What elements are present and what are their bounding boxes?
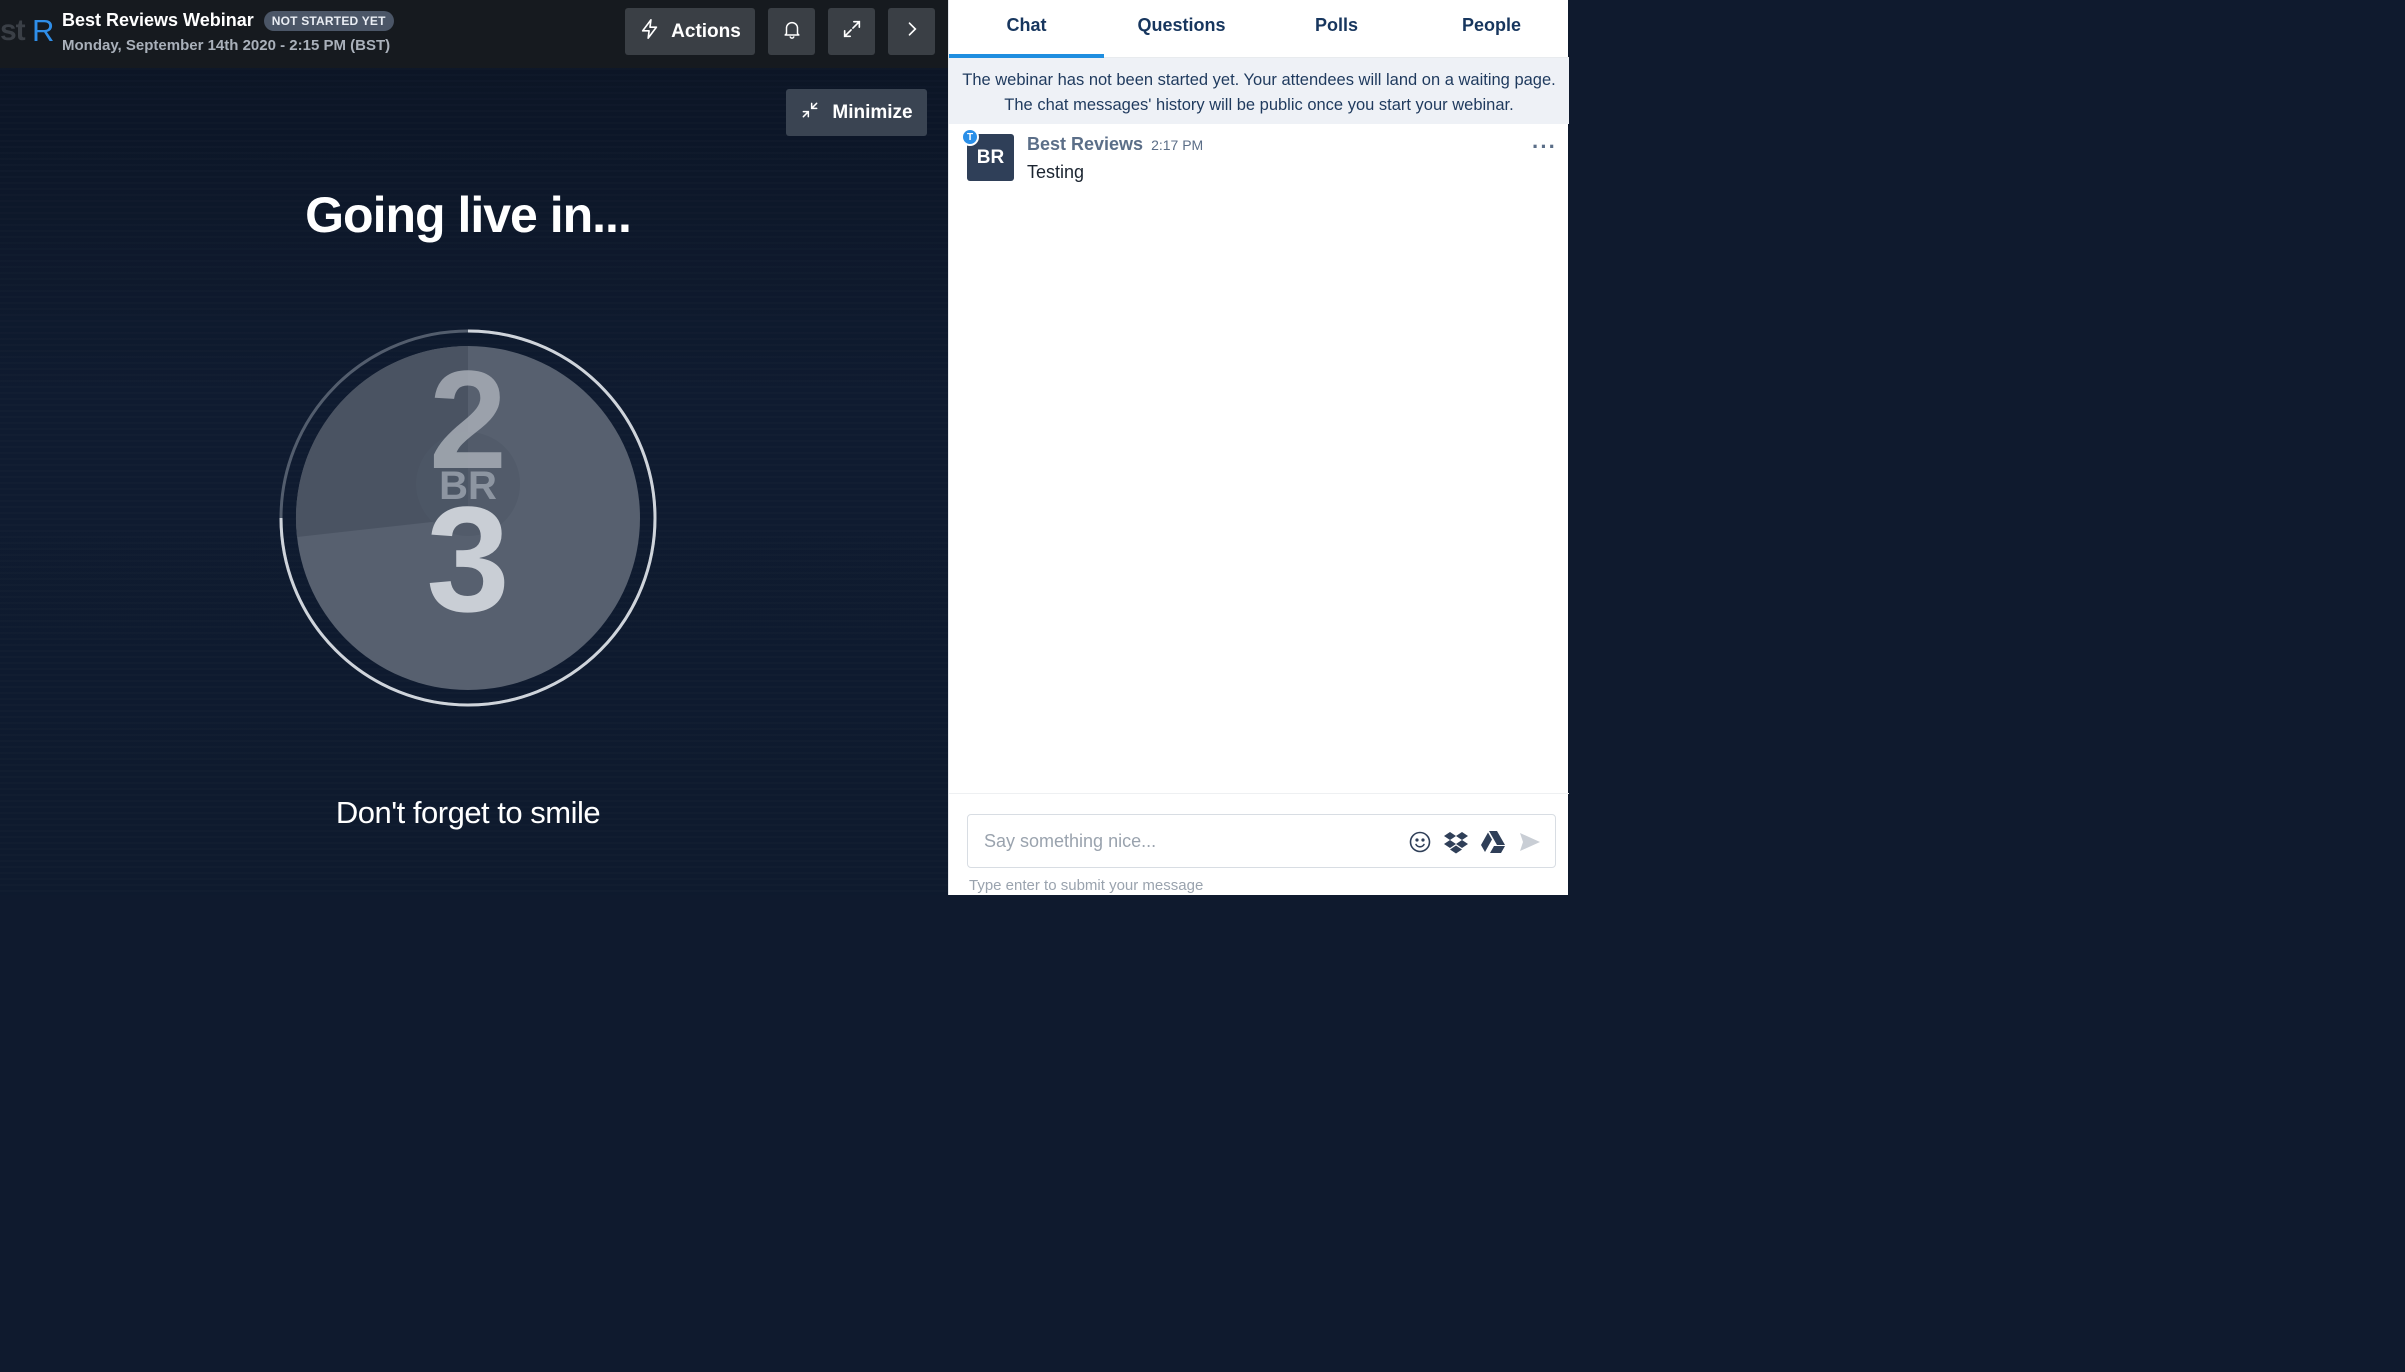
message-time: 2:17 PM	[1151, 137, 1204, 153]
composer-divider	[949, 793, 1569, 794]
message-text: Testing	[1027, 162, 1085, 182]
composer-hint: Type enter to submit your message	[969, 877, 1204, 894]
message-author: Best Reviews	[1027, 134, 1144, 154]
countdown-current: 3	[426, 475, 510, 643]
lightning-icon	[639, 18, 661, 46]
chat-input[interactable]	[968, 815, 1388, 867]
minimize-button[interactable]: Minimize	[786, 89, 927, 136]
google-drive-icon[interactable]	[1479, 828, 1507, 856]
dropbox-icon[interactable]	[1442, 828, 1470, 856]
app-root: st R Best Reviews Webinar NOT STARTED YE…	[0, 0, 1569, 895]
collapse-panel-button[interactable]	[888, 8, 935, 55]
not-started-notice: The webinar has not been started yet. Yo…	[949, 58, 1569, 124]
message-header: Best Reviews 2:17 PM	[1027, 134, 1203, 155]
status-badge: NOT STARTED YET	[263, 10, 394, 31]
send-icon[interactable]	[1516, 828, 1544, 856]
chat-composer	[967, 814, 1556, 868]
minimize-icon	[800, 100, 820, 126]
tab-chat[interactable]: Chat	[949, 0, 1104, 58]
minimize-label: Minimize	[832, 101, 913, 123]
avatar-initials: BR	[976, 146, 1005, 168]
webinar-stage: st R Best Reviews Webinar NOT STARTED YE…	[0, 0, 948, 895]
panel-tabs: Chat Questions Polls People	[949, 0, 1569, 58]
webinar-date: Monday, September 14th 2020 - 2:15 PM (B…	[62, 37, 391, 54]
webinar-title: Best Reviews Webinar	[62, 10, 254, 30]
countdown-timer: 2 BR 3	[278, 328, 658, 708]
side-panel: Chat Questions Polls People The webinar …	[948, 0, 1569, 895]
tab-people[interactable]: People	[1414, 0, 1569, 58]
tab-questions[interactable]: Questions	[1104, 0, 1259, 58]
expand-icon	[841, 18, 863, 45]
chevron-right-icon	[902, 19, 922, 44]
chat-message: BR T Best Reviews 2:17 PM Testing ···	[961, 128, 1557, 194]
countdown-footer: Don't forget to smile	[335, 795, 601, 830]
actions-label: Actions	[671, 20, 741, 42]
fullscreen-button[interactable]	[828, 8, 875, 55]
emoji-icon[interactable]	[1406, 828, 1434, 856]
brand-logo: R	[32, 13, 55, 48]
message-options-button[interactable]: ···	[1532, 134, 1557, 160]
notifications-button[interactable]	[768, 8, 815, 55]
actions-button[interactable]: Actions	[625, 8, 755, 55]
avatar: BR T	[961, 128, 1014, 181]
bell-icon	[781, 18, 803, 45]
tab-polls[interactable]: Polls	[1259, 0, 1414, 58]
countdown-heading: Going live in...	[305, 187, 632, 243]
brand-fragment: st	[0, 14, 26, 47]
host-badge: T	[961, 128, 979, 146]
webinar-info: Best Reviews Webinar NOT STARTED YET Mon…	[62, 10, 394, 54]
top-bar: st R Best Reviews Webinar NOT STARTED YE…	[0, 0, 948, 68]
